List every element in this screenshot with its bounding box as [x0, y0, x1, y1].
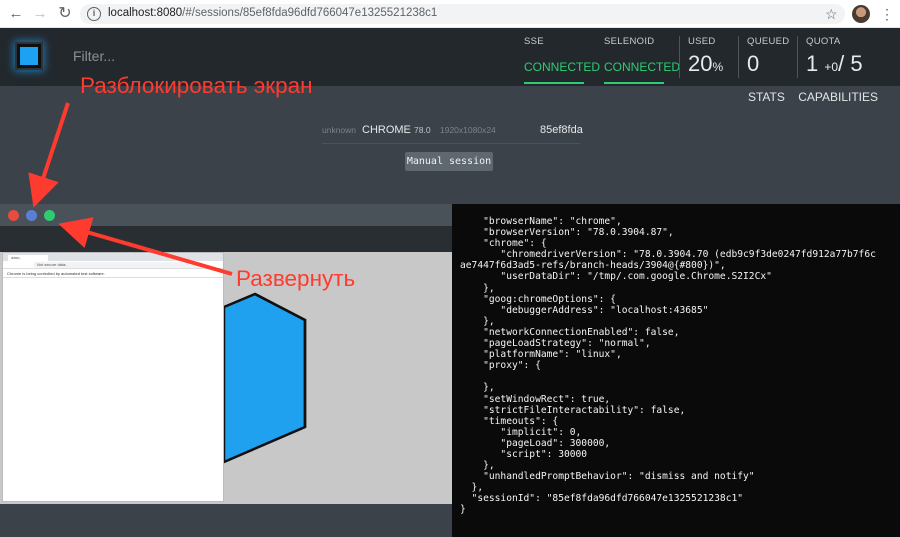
sse-value: CONNECTED	[524, 60, 601, 74]
sse-status: SSE CONNECTED	[524, 28, 600, 86]
expand-annotation: Развернуть	[236, 266, 356, 291]
selenoid-status: SELENOID CONNECTED	[604, 28, 680, 86]
remote-url: Not secure data:,	[33, 262, 203, 268]
quota-pending: +0	[824, 60, 839, 74]
disconnect-button[interactable]	[8, 210, 19, 221]
session-divider	[322, 143, 580, 144]
remote-tab-strip: data:,	[3, 253, 223, 261]
session-resolution: 1920x1080x24	[440, 125, 496, 135]
filter-input[interactable]: Filter...	[73, 48, 115, 64]
bookmark-star-icon[interactable]: ☆	[825, 4, 838, 24]
session-id: 85ef8fda	[540, 124, 583, 136]
queued-label: QUEUED	[747, 36, 790, 47]
profile-avatar[interactable]	[852, 5, 870, 23]
forward-icon[interactable]: →	[30, 4, 50, 24]
header-divider	[797, 36, 798, 78]
selenoid-logo-icon[interactable]	[17, 44, 41, 68]
quota-label: QUOTA	[806, 36, 841, 47]
manual-session-button[interactable]: Manual session	[405, 152, 493, 171]
quota-stat: QUOTA 1 +0/ 5	[806, 28, 896, 86]
session-browser: CHROME	[362, 124, 411, 136]
selenoid-underline	[604, 82, 664, 84]
nav-capabilities-link[interactable]: CAPABILITIES	[798, 90, 878, 104]
sse-label: SSE	[524, 36, 544, 47]
vnc-screen[interactable]: data:, Not secure data:, Chrome is being…	[0, 252, 452, 504]
used-value: 20	[688, 51, 713, 76]
session-info: unknown CHROME 78.0 1920x1080x24 85ef8fd…	[322, 124, 583, 144]
remote-browser-window: data:, Not secure data:, Chrome is being…	[2, 252, 224, 502]
vnc-footer	[0, 504, 452, 537]
remote-infobar: Chrome is being controlled by automated …	[3, 270, 223, 278]
vnc-toolbar	[0, 204, 452, 226]
used-stat: USED 20%	[688, 28, 738, 86]
browser-menu-icon[interactable]: ⋮	[880, 4, 894, 24]
address-bar[interactable]: i localhost:8080/#/sessions/85ef8fda96df…	[80, 4, 845, 24]
selenoid-label: SELENOID	[604, 36, 655, 47]
vnc-header-strip	[0, 226, 452, 252]
unlock-screen-button[interactable]	[26, 210, 37, 221]
unlock-arrow	[28, 102, 70, 208]
quota-separator: /	[838, 51, 845, 76]
header-divider	[738, 36, 739, 78]
queued-value: 0	[747, 51, 760, 76]
quota-total: 5	[850, 51, 863, 76]
remote-address-bar: Not secure data:,	[3, 261, 223, 269]
capabilities-panel: "browserName": "chrome", "browserVersion…	[452, 204, 900, 537]
used-label: USED	[688, 36, 716, 47]
session-version: 78.0	[414, 125, 431, 135]
header-divider	[679, 36, 680, 78]
selenoid-value: CONNECTED	[604, 60, 681, 74]
fullscreen-button[interactable]	[44, 210, 55, 221]
url-path: /#/sessions/85ef8fda96dfd766047e13255212…	[182, 7, 438, 19]
top-nav: STATS CAPABILITIES	[738, 90, 878, 104]
unlock-annotation: Разблокировать экран	[80, 73, 313, 98]
sse-underline	[524, 82, 584, 84]
queued-stat: QUEUED 0	[747, 28, 797, 86]
nav-stats-link[interactable]: STATS	[748, 90, 785, 104]
used-unit: %	[712, 60, 724, 74]
url-host: localhost:8080	[108, 7, 183, 19]
reload-icon[interactable]: ↻	[55, 4, 75, 24]
browser-toolbar: ← → ↻ i localhost:8080/#/sessions/85ef8f…	[0, 0, 900, 28]
site-info-icon[interactable]: i	[87, 7, 101, 21]
quota-used: 1	[806, 51, 819, 76]
session-platform: unknown	[322, 125, 357, 135]
back-icon[interactable]: ←	[6, 4, 26, 24]
